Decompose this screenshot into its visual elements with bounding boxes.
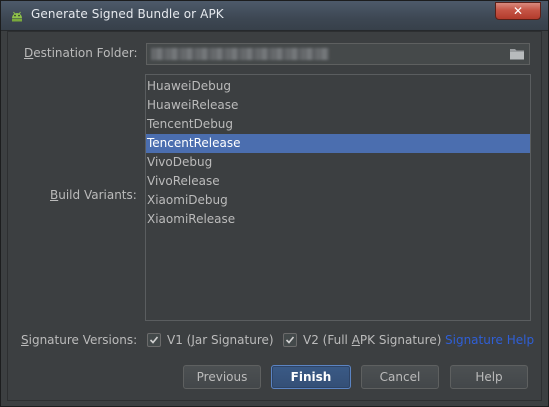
dialog-content: Destination Folder: Build Variants: Huaw…: [7, 31, 542, 401]
variant-item-selected[interactable]: TencentRelease: [146, 134, 530, 153]
variant-item[interactable]: HuaweiRelease: [146, 96, 530, 115]
variant-item[interactable]: XiaomiRelease: [146, 210, 530, 229]
title-bar[interactable]: Generate Signed Bundle or APK ✕: [1, 1, 548, 31]
destination-folder-label: Destination Folder:: [24, 46, 138, 60]
checkmark-icon: [285, 336, 295, 344]
blurred-path-value: [151, 48, 329, 60]
previous-button[interactable]: Previous: [183, 365, 261, 389]
signature-versions-row: Signature Versions: V1 (Jar Signature) V…: [8, 332, 543, 350]
v2-checkbox[interactable]: [283, 333, 297, 347]
v1-checkbox-label[interactable]: V1 (Jar Signature): [167, 333, 274, 347]
signature-help-link[interactable]: Signature Help: [445, 333, 534, 347]
variant-item[interactable]: VivoDebug: [146, 153, 530, 172]
cancel-button[interactable]: Cancel: [361, 365, 439, 389]
checkmark-icon: [149, 336, 159, 344]
android-studio-icon: [12, 11, 22, 22]
signature-versions-label: Signature Versions:: [21, 333, 138, 347]
window-title: Generate Signed Bundle or APK: [31, 7, 224, 21]
destination-folder-field[interactable]: [146, 43, 530, 65]
variant-item[interactable]: TencentDebug: [146, 115, 530, 134]
v2-checkbox-label[interactable]: V2 (Full APK Signature): [303, 333, 441, 347]
finish-button[interactable]: Finish: [271, 365, 351, 389]
v1-checkbox[interactable]: [147, 333, 161, 347]
variant-item[interactable]: XiaomiDebug: [146, 191, 530, 210]
build-variants-label: Build Variants:: [50, 188, 137, 202]
close-button[interactable]: ✕: [495, 2, 541, 20]
help-button[interactable]: Help: [450, 365, 528, 389]
variant-item[interactable]: VivoRelease: [146, 172, 530, 191]
folder-browse-icon[interactable]: [509, 47, 525, 61]
close-icon: ✕: [512, 4, 524, 18]
dialog-window: Generate Signed Bundle or APK ✕ Destinat…: [0, 0, 549, 407]
variant-item[interactable]: HuaweiDebug: [146, 77, 530, 96]
build-variants-list[interactable]: HuaweiDebug HuaweiRelease TencentDebug T…: [145, 74, 531, 321]
